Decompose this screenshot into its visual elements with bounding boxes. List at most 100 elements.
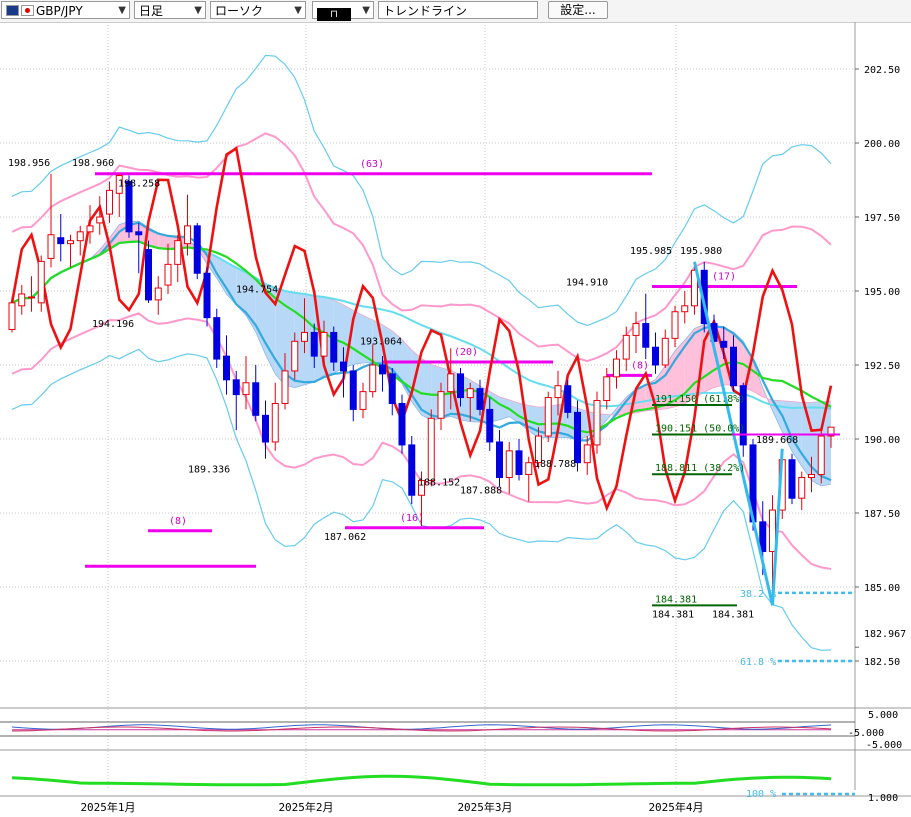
candle-body <box>271 402 279 443</box>
candle-body <box>486 408 494 443</box>
fib-level-label: 191.150 (61.8%) <box>655 394 745 405</box>
candle-body <box>145 249 152 301</box>
candle-body <box>613 358 620 378</box>
price-annotation: 198.956 <box>8 158 50 169</box>
candle-body <box>310 331 318 357</box>
candle-body <box>632 323 640 336</box>
candle-body <box>154 287 162 301</box>
price-annotation: 189.668 <box>756 435 798 446</box>
candle-body <box>96 216 104 224</box>
price-annotation: 195.980 <box>680 246 722 257</box>
candle-body <box>564 385 572 413</box>
chart-style-select[interactable]: ローソク ▼ <box>210 1 306 19</box>
candle-body <box>476 388 484 410</box>
candle-body <box>525 462 533 476</box>
candle-body <box>457 373 464 399</box>
candle-body <box>106 189 113 215</box>
currency-pair-select[interactable]: GBP/JPY ▼ <box>1 1 130 19</box>
candle-body <box>37 260 45 304</box>
y-tick-label: 182.50 <box>864 657 900 668</box>
candle-body <box>681 305 689 313</box>
y-tick-label: 195.00 <box>864 287 900 298</box>
cloud-segment <box>343 304 354 368</box>
candle-body <box>574 411 581 464</box>
candle-body <box>174 240 182 265</box>
oscillator-tick-label: -5.000 <box>866 740 902 751</box>
oscillator-tick-label: 1.000 <box>868 793 898 804</box>
y-tick-label: 200.00 <box>864 139 900 150</box>
y-tick-label: 182.967 <box>864 629 906 640</box>
candle-body <box>671 311 679 339</box>
candle-body <box>466 388 474 399</box>
candle-body <box>223 355 230 381</box>
y-tick-label: 192.50 <box>864 361 900 372</box>
price-axis: 202.50 200.00 197.50 195.00 192.50 190.00 187.… <box>854 22 906 790</box>
candle-body <box>320 331 328 357</box>
oscillator-tick-label: 5.000 <box>868 710 898 721</box>
period-label: (8) <box>169 516 187 527</box>
drawing-tool-label: トレンドライン <box>383 4 468 18</box>
candle-body <box>349 370 357 410</box>
period-label: (16) <box>400 513 424 524</box>
candle-body <box>730 346 737 387</box>
candle-body <box>603 376 611 402</box>
candlestick-icon: ⊓ <box>317 8 351 21</box>
candle-body <box>340 361 347 372</box>
candle-body <box>593 400 601 446</box>
fib-level-label: 190.151 (50.0%) <box>655 424 745 435</box>
candle-body <box>67 240 74 245</box>
drawing-tool-field[interactable]: トレンドライン <box>378 1 538 19</box>
price-chart[interactable]: (63) (8) (20) (16) (8) (17) 191.150 (61.8%) 19… <box>0 22 911 817</box>
candle-body <box>252 382 260 416</box>
candle-body <box>330 331 338 363</box>
period-label: (17) <box>712 272 736 283</box>
price-annotation: 194.196 <box>92 319 134 330</box>
price-annotation: 184.381 <box>712 609 754 620</box>
candle-body <box>379 364 386 375</box>
cloud-segment <box>226 262 237 305</box>
candle-body <box>817 435 825 476</box>
currency-pair-label: GBP/JPY <box>36 4 83 18</box>
price-annotation: 198.258 <box>118 179 160 190</box>
price-annotation: 187.888 <box>460 486 502 497</box>
y-tick-label: 190.00 <box>864 435 900 446</box>
candle-body <box>408 444 416 496</box>
y-tick-label: 187.50 <box>864 509 900 520</box>
candle-body <box>359 391 367 410</box>
x-tick-label: 2025年1月 <box>80 800 135 814</box>
x-tick-label: 2025年4月 <box>648 800 703 814</box>
candle-body <box>203 272 211 319</box>
timeframe-label: 日足 <box>139 4 164 18</box>
jp-flag-icon <box>21 5 34 16</box>
toolbar: GBP/JPY ▼ 日足 ▼ ローソク ▼ ⊓ ▼ トレンドライン 設定... <box>0 0 911 23</box>
fib-level-label: 184.381 <box>655 594 697 605</box>
candle-body <box>447 373 455 393</box>
candle-body <box>398 402 406 446</box>
candle-body <box>8 302 16 330</box>
candle-body <box>213 317 221 360</box>
candle-body <box>164 263 172 286</box>
candle-icon-select[interactable]: ⊓ ▼ <box>312 1 374 21</box>
price-annotation: 198.960 <box>72 158 114 169</box>
candle-body <box>47 234 55 259</box>
candle-body <box>720 340 728 348</box>
candle-body <box>798 476 806 499</box>
price-annotation: 189.336 <box>188 465 230 476</box>
candle-body <box>76 231 84 242</box>
uk-flag-icon <box>6 5 19 16</box>
candle-body <box>242 382 250 396</box>
candle-body <box>652 346 659 366</box>
candle-body <box>281 370 289 404</box>
candle-body <box>427 417 435 481</box>
candle-body <box>28 296 35 299</box>
candle-body <box>788 459 796 499</box>
price-annotation: 184.381 <box>652 609 694 620</box>
timeframe-select[interactable]: 日足 ▼ <box>134 1 206 19</box>
settings-button[interactable]: 設定... <box>548 1 608 19</box>
candle-body <box>135 231 143 236</box>
candle-body <box>515 450 523 476</box>
panel-target-label: 100 % <box>746 789 776 800</box>
candle-body <box>388 373 396 404</box>
price-annotation: 195.985 <box>630 246 672 257</box>
candle-body <box>661 337 669 366</box>
